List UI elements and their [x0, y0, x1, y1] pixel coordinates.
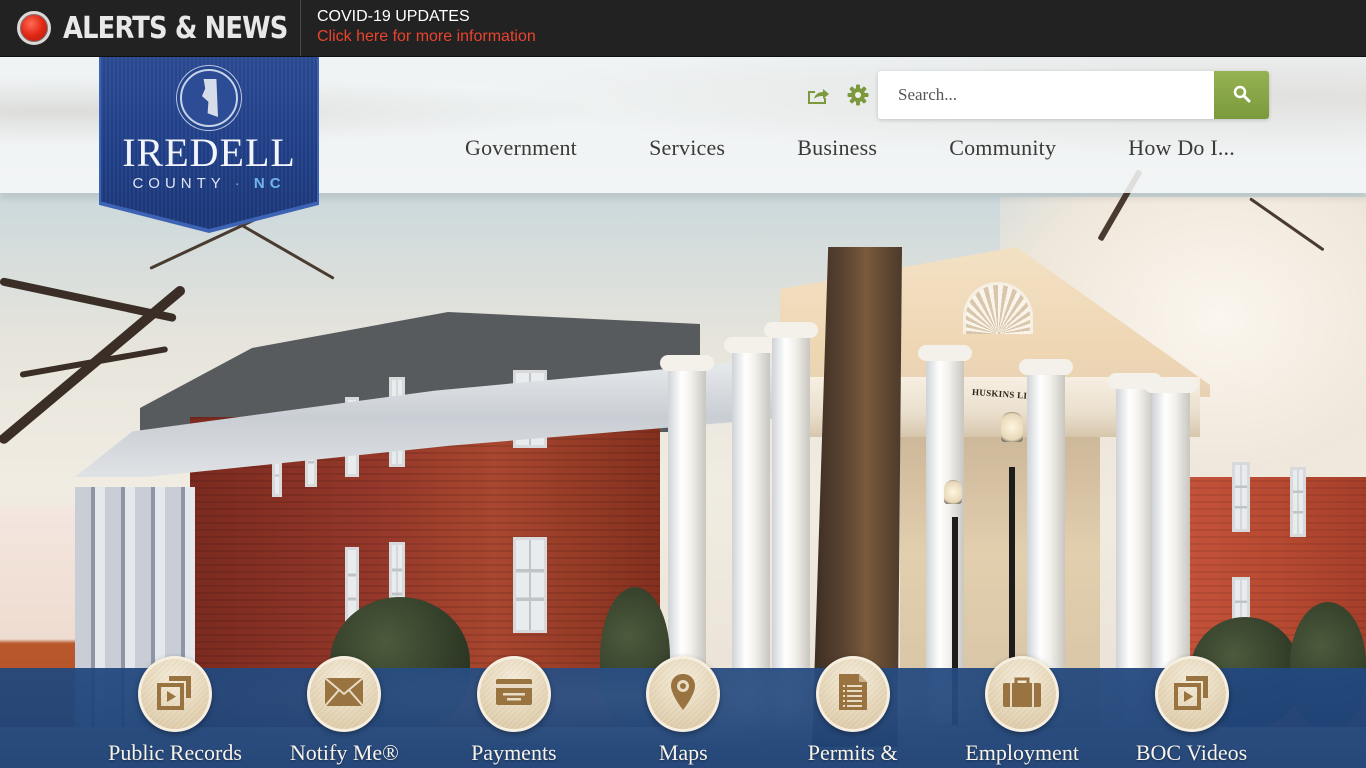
hero-tree-twig [229, 217, 335, 280]
nav-item-government[interactable]: Government [465, 135, 577, 165]
quick-link-icon-circle [307, 656, 382, 732]
quick-link-icon-circle [985, 656, 1060, 732]
quick-link-label: Permits & [807, 740, 898, 765]
alerts-title: ALERTS & NEWS [63, 10, 288, 46]
search-input[interactable] [878, 71, 1214, 119]
search-button[interactable] [1214, 71, 1269, 119]
logo-separator: · [234, 175, 245, 192]
alert-more-info-link[interactable]: Click here for more information [317, 26, 536, 48]
logo-state: NC [253, 175, 286, 192]
alert-headline: COVID-19 UPDATES [317, 8, 470, 25]
hero-tree-branch [19, 345, 169, 378]
hero-lamp [944, 480, 962, 504]
hero-window [513, 537, 547, 633]
document-list-icon [838, 673, 868, 716]
nav-item-how-do-i[interactable]: How Do I... [1128, 135, 1235, 165]
quick-link-permits[interactable]: Permits & [768, 656, 937, 768]
quick-link-label: Employment [965, 740, 1079, 765]
quick-link-label: Maps [658, 740, 708, 765]
quick-link-icon-circle [1154, 656, 1229, 732]
quick-link-label: Notify Me® [289, 740, 399, 765]
quick-link-public-records[interactable]: Public Records [90, 656, 259, 768]
credit-card-icon [495, 678, 533, 711]
logo-subtitle: COUNTY · NC [101, 175, 317, 192]
quick-link-icon-circle [646, 656, 721, 732]
briefcase-icon [1002, 676, 1042, 713]
quick-link-icon-circle [815, 656, 890, 732]
map-pin-icon [670, 673, 696, 716]
quick-links: Public Records Notify Me® Payments Maps … [90, 656, 1276, 768]
quick-link-label: BOC Videos [1135, 740, 1248, 765]
logo-wordmark: IREDELL [122, 130, 296, 175]
quick-link-payments[interactable]: Payments [429, 656, 598, 768]
logo-county-text: COUNTY [132, 175, 226, 192]
alert-news-item: COVID-19 UPDATES Click here for more inf… [301, 0, 536, 56]
quick-link-label: Payments [471, 740, 557, 765]
main-navigation: Government Services Business Community H… [440, 135, 1260, 165]
nav-item-business[interactable]: Business [797, 135, 877, 165]
quick-link-employment[interactable]: Employment [937, 656, 1106, 768]
alerts-news-brand[interactable]: ALERTS & NEWS [0, 0, 301, 56]
quick-link-icon-circle [138, 656, 212, 732]
media-play-icon [1172, 672, 1212, 717]
nav-item-community[interactable]: Community [949, 135, 1056, 165]
quick-link-maps[interactable]: Maps [598, 656, 767, 768]
hero-lamp [1001, 412, 1023, 442]
alert-red-dot-icon [17, 11, 51, 45]
quick-link-notify-me[interactable]: Notify Me® [259, 656, 428, 768]
site-logo[interactable]: IREDELL COUNTY · NC [101, 57, 317, 229]
search-icon [1233, 85, 1251, 106]
search-box [878, 71, 1269, 119]
quick-link-boc-videos[interactable]: BOC Videos [1107, 656, 1276, 768]
hero-window [1232, 462, 1250, 532]
hero-window [1290, 467, 1306, 537]
envelope-icon [324, 676, 365, 712]
county-map-shape [202, 79, 218, 117]
quick-link-label: Public Records [108, 740, 242, 765]
utility-icons [806, 84, 870, 106]
hero-tree-branch [0, 277, 177, 323]
nav-item-services[interactable]: Services [649, 135, 725, 165]
county-seal-icon [180, 69, 238, 127]
share-icon[interactable] [806, 84, 830, 106]
alert-bar: ALERTS & NEWS COVID-19 UPDATES Click her… [0, 0, 1366, 57]
media-play-icon [155, 672, 195, 717]
quick-link-icon-circle [476, 656, 551, 732]
gear-icon[interactable] [846, 84, 870, 106]
